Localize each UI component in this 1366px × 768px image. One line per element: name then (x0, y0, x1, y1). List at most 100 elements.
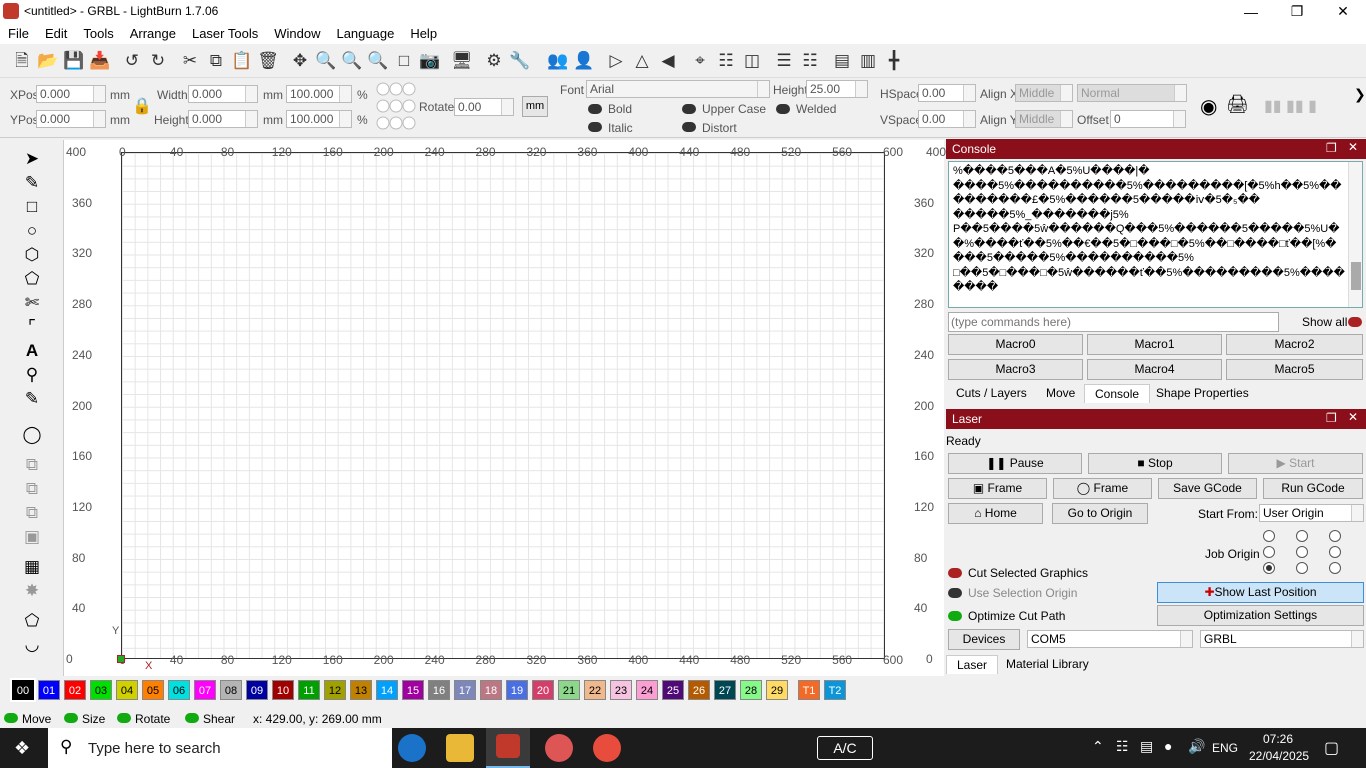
layer-swatch-05[interactable]: 05 (142, 680, 164, 700)
menu-arrange[interactable]: Arrange (122, 23, 184, 44)
layer-swatch-27[interactable]: 27 (714, 680, 736, 700)
tab-cuts-layers[interactable]: Cuts / Layers (946, 384, 1037, 403)
zoom-out-icon[interactable]: 🔍 (366, 49, 390, 73)
unit-toggle-button[interactable]: mm (522, 96, 548, 117)
layer-swatch-09[interactable]: 09 (246, 680, 268, 700)
distribute-v-icon[interactable]: ☰ (772, 49, 796, 73)
macro1-button[interactable]: Macro1 (1087, 334, 1222, 355)
tray-wifi-icon[interactable]: ● (1164, 738, 1172, 754)
align-x-select[interactable]: Middle (1015, 84, 1073, 102)
macro5-button[interactable]: Macro5 (1226, 359, 1363, 380)
menu-language[interactable]: Language (328, 23, 402, 44)
chevron-right-icon[interactable]: ❯ (1354, 86, 1366, 103)
layer-swatch-15[interactable]: 15 (402, 680, 424, 700)
width-field[interactable]: 0.000 (188, 85, 258, 103)
distort-toggle[interactable] (682, 122, 696, 132)
layer-swatch-07[interactable]: 07 (194, 680, 216, 700)
flip-horizontal-icon[interactable]: ▷ (604, 49, 628, 73)
minimize-icon[interactable]: — (1228, 0, 1274, 23)
layer-swatch-01[interactable]: 01 (38, 680, 60, 700)
move-icon[interactable]: ✥ (288, 49, 312, 73)
frame-circle-button[interactable]: ◯ Frame (1053, 478, 1152, 499)
macro0-button[interactable]: Macro0 (948, 334, 1083, 355)
user-icon[interactable]: 👤 (572, 49, 596, 73)
height-field[interactable]: 0.000 (188, 110, 258, 128)
size-toggle[interactable] (64, 713, 78, 723)
center-target-icon[interactable]: ⌖ (688, 49, 712, 73)
polygon-icon[interactable]: ⬡ (20, 244, 44, 266)
device-select[interactable]: GRBL (1200, 630, 1364, 648)
welded-toggle[interactable] (776, 104, 790, 114)
ellipse-icon[interactable]: ○ (20, 220, 44, 242)
origin-top-center-radio[interactable] (1296, 530, 1308, 542)
undo-icon[interactable]: ↺ (120, 49, 144, 73)
mirror-icon[interactable]: △ (630, 49, 654, 73)
float-laser-panel-icon[interactable]: ❐ (1326, 411, 1337, 425)
cut-icon[interactable]: ✂ (178, 49, 202, 73)
float-panel-icon[interactable]: ❐ (1326, 141, 1337, 155)
shear-toggle[interactable] (185, 713, 199, 723)
tab-shape-properties[interactable]: Shape Properties (1146, 384, 1259, 403)
distribute-space-icon[interactable]: ╋ (882, 49, 906, 73)
tray-folder-icon[interactable]: ▤ (1140, 738, 1153, 755)
bed-grid[interactable] (121, 152, 885, 659)
layer-swatch-22[interactable]: 22 (584, 680, 606, 700)
rotate-flip-icon[interactable]: ◀ (656, 49, 680, 73)
console-scroll-thumb[interactable] (1351, 262, 1361, 290)
rotate-toggle[interactable] (117, 713, 131, 723)
tabs-bracket-icon[interactable]: ⌜ (20, 316, 44, 338)
tray-volume-icon[interactable]: 🔊 (1188, 738, 1205, 755)
origin-bottom-right-radio[interactable] (1329, 562, 1341, 574)
notifications-icon[interactable]: ▢ (1324, 738, 1339, 758)
layer-swatch-21[interactable]: 21 (558, 680, 580, 700)
redo-icon[interactable]: ↻ (146, 49, 170, 73)
distribute-h-icon[interactable]: ◫ (740, 49, 764, 73)
height-percent-field[interactable]: 100.000 (286, 110, 352, 128)
console-scrollbar[interactable] (1348, 162, 1362, 307)
task-view-icon[interactable]: ◫ (350, 738, 367, 759)
move-toggle[interactable] (4, 713, 18, 723)
italic-toggle[interactable] (588, 122, 602, 132)
layer-swatch-20[interactable]: 20 (532, 680, 554, 700)
tray-network-icon[interactable]: ☷ (1116, 738, 1129, 755)
import-icon[interactable]: 📥 (88, 49, 112, 73)
font-select[interactable]: Arial (586, 80, 770, 98)
layer-swatch-24[interactable]: 24 (636, 680, 658, 700)
rotate-field[interactable]: 0.00 (454, 98, 514, 116)
optimize-cut-toggle[interactable] (948, 611, 962, 621)
maximize-icon[interactable]: ❐ (1274, 0, 1320, 23)
stop-button[interactable]: ■ Stop (1088, 453, 1222, 474)
align-top-icon[interactable]: ▤ (830, 49, 854, 73)
uppercase-toggle[interactable] (682, 104, 696, 114)
bold-toggle[interactable] (588, 104, 602, 114)
tab-laser[interactable]: Laser (946, 655, 999, 674)
frame-rect-button[interactable]: ▣ Frame (948, 478, 1047, 499)
layer-swatch-28[interactable]: 28 (740, 680, 762, 700)
hspace-field[interactable]: 0.00 (918, 84, 976, 102)
align-left-icon[interactable]: ▥ (856, 49, 880, 73)
layer-swatch-19[interactable]: 19 (506, 680, 528, 700)
file-explorer-icon[interactable] (446, 734, 474, 762)
menu-tools[interactable]: Tools (75, 23, 121, 44)
layer-swatch-04[interactable]: 04 (116, 680, 138, 700)
paste-icon[interactable]: 📋 (230, 49, 254, 73)
tray-chevron-up-icon[interactable]: ⌃ (1092, 738, 1104, 755)
layer-swatch-26[interactable]: 26 (688, 680, 710, 700)
width-percent-field[interactable]: 100.000 (286, 85, 352, 103)
pause-button[interactable]: ❚❚ Pause (948, 453, 1082, 474)
save-icon[interactable]: 💾 (62, 49, 86, 73)
layer-swatch-10[interactable]: 10 (272, 680, 294, 700)
close-panel-icon[interactable]: ✕ (1348, 140, 1358, 154)
tab-move[interactable]: Move (1036, 384, 1085, 403)
eye-icon[interactable]: ◉ (1200, 94, 1224, 118)
text-mode-select[interactable]: Normal (1077, 84, 1187, 102)
settings-gear-icon[interactable]: ⚙ (482, 49, 506, 73)
origin-top-left-radio[interactable] (1263, 530, 1275, 542)
clock-time[interactable]: 07:26 (1263, 732, 1293, 746)
use-selection-origin-toggle[interactable] (948, 588, 962, 598)
layer-swatch-25[interactable]: 25 (662, 680, 684, 700)
lock-icon[interactable]: 🔒 (132, 96, 152, 116)
origin-mid-right-radio[interactable] (1329, 546, 1341, 558)
select-arrow-icon[interactable]: ➤ (20, 148, 44, 170)
layer-swatch-14[interactable]: 14 (376, 680, 398, 700)
